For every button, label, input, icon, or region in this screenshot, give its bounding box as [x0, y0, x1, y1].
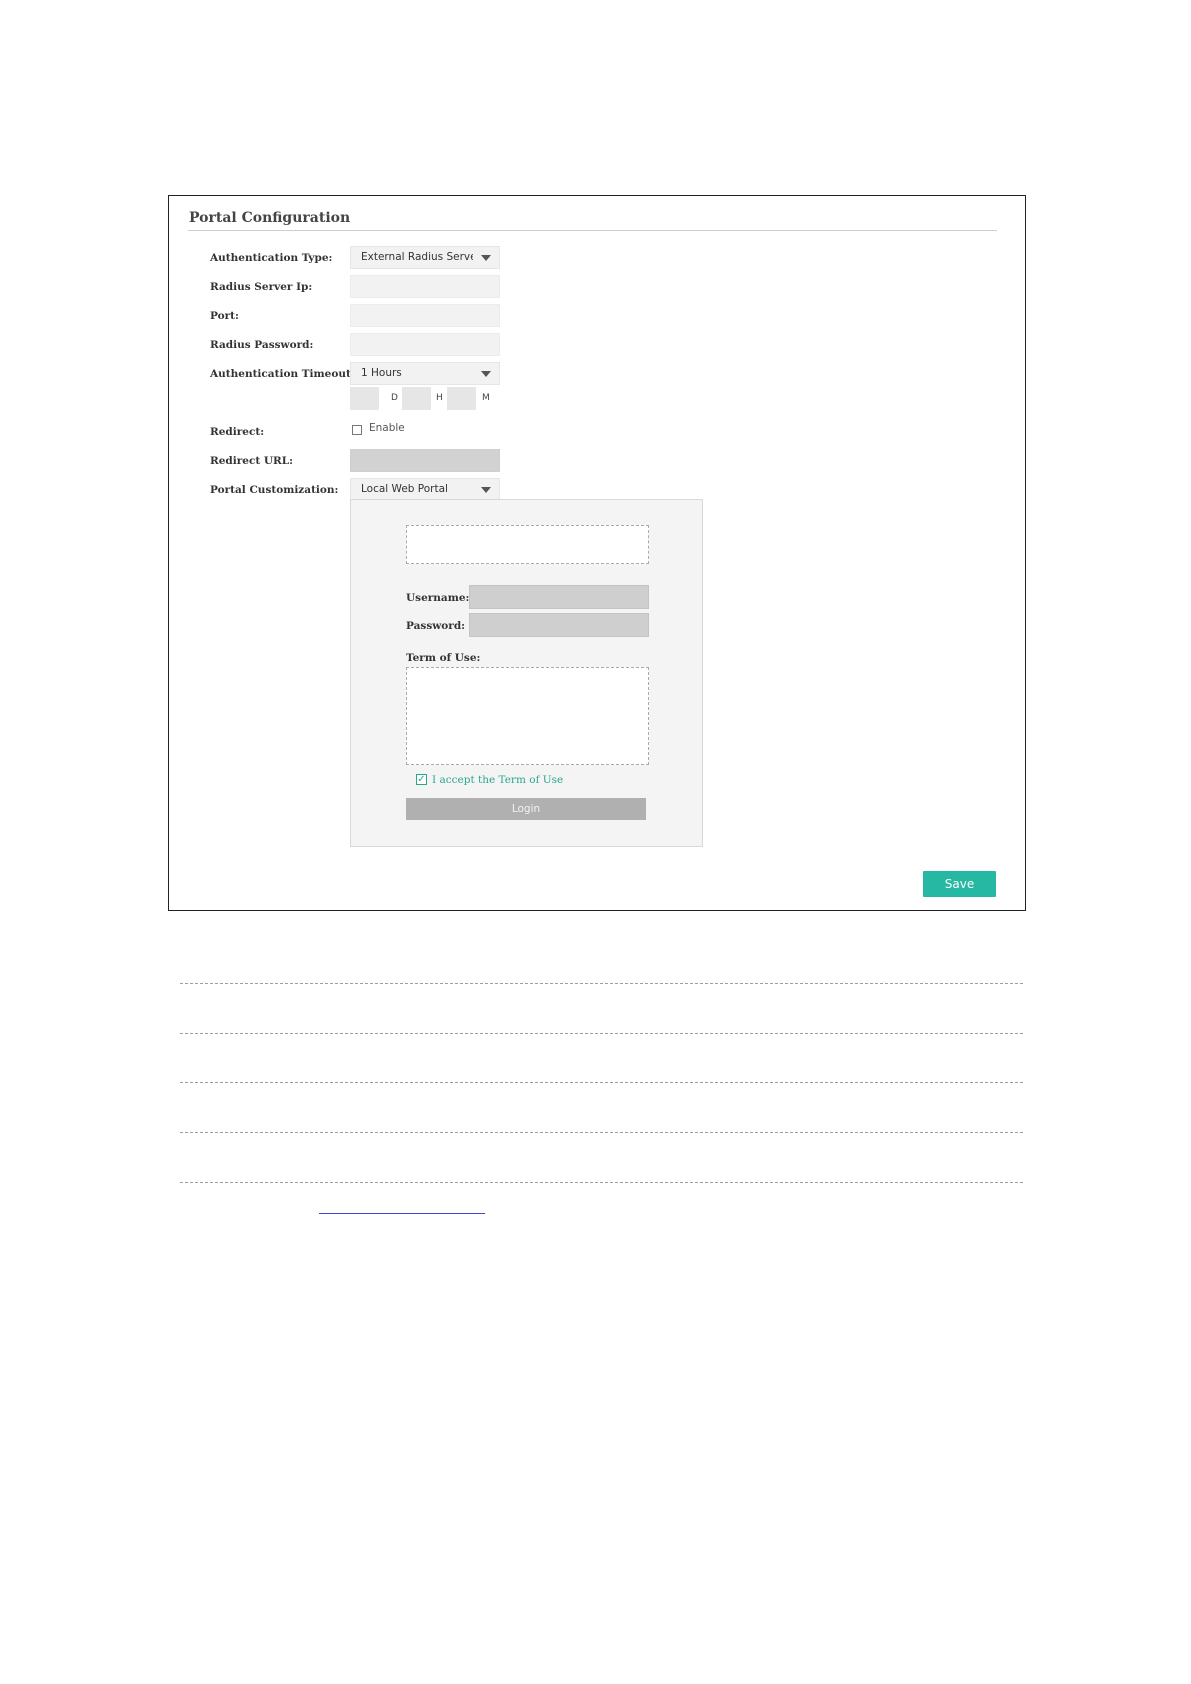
chevron-down-icon	[481, 487, 491, 493]
title-divider	[188, 230, 997, 231]
chevron-down-icon	[481, 255, 491, 261]
auth-type-select[interactable]: External Radius Server	[350, 246, 500, 269]
portal-customization-value: Local Web Portal	[361, 483, 448, 495]
terms-of-use-box	[406, 667, 649, 765]
portal-logo-area	[406, 525, 649, 564]
preview-password-input[interactable]	[469, 613, 649, 637]
panel-title: Portal Configuration	[189, 210, 351, 226]
timeout-minutes-input[interactable]	[447, 387, 476, 410]
dashed-divider	[180, 1182, 1023, 1183]
dashed-divider	[180, 983, 1023, 984]
auth-timeout-select[interactable]: 1 Hours	[350, 362, 500, 385]
checkmark-icon: ✓	[417, 774, 426, 785]
preview-username-label: Username:	[406, 592, 470, 604]
preview-username-input[interactable]	[469, 585, 649, 609]
chevron-down-icon	[481, 371, 491, 377]
auth-type-label: Authentication Type:	[210, 252, 333, 264]
timeout-days-input[interactable]	[350, 387, 379, 410]
redirect-url-input[interactable]	[350, 449, 500, 472]
save-button[interactable]: Save	[923, 871, 996, 897]
redirect-label: Redirect:	[210, 426, 265, 438]
dashed-divider	[180, 1033, 1023, 1034]
redirect-enable-checkbox[interactable]	[352, 425, 362, 435]
hours-unit-label: H	[436, 393, 443, 403]
auth-timeout-label: Authentication Timeout:	[210, 368, 355, 380]
radius-ip-input[interactable]	[350, 275, 500, 298]
auth-type-value: External Radius Server	[361, 251, 473, 263]
auth-timeout-value: 1 Hours	[361, 367, 402, 379]
redirect-url-label: Redirect URL:	[210, 455, 293, 467]
hyperlink-underline[interactable]	[319, 1213, 485, 1214]
accept-terms-label: I accept the Term of Use	[432, 774, 564, 786]
port-label: Port:	[210, 310, 239, 322]
radius-password-label: Radius Password:	[210, 339, 314, 351]
redirect-enable-label: Enable	[369, 422, 405, 434]
radius-ip-label: Radius Server Ip:	[210, 281, 313, 293]
portal-preview: Username: Password: Term of Use: ✓ I acc…	[350, 499, 703, 847]
portal-customization-label: Portal Customization:	[210, 484, 339, 496]
preview-password-label: Password:	[406, 620, 466, 632]
timeout-hours-input[interactable]	[402, 387, 431, 410]
login-button[interactable]: Login	[406, 798, 646, 820]
days-unit-label: D	[391, 393, 398, 403]
dashed-divider	[180, 1082, 1023, 1083]
minutes-unit-label: M	[482, 393, 490, 403]
dashed-divider	[180, 1132, 1023, 1133]
preview-terms-label: Term of Use:	[406, 652, 481, 664]
portal-configuration-panel: Portal Configuration Authentication Type…	[168, 195, 1026, 911]
portal-customization-select[interactable]: Local Web Portal	[350, 478, 500, 501]
port-input[interactable]	[350, 304, 500, 327]
accept-terms-checkbox[interactable]: ✓	[416, 774, 427, 785]
radius-password-input[interactable]	[350, 333, 500, 356]
